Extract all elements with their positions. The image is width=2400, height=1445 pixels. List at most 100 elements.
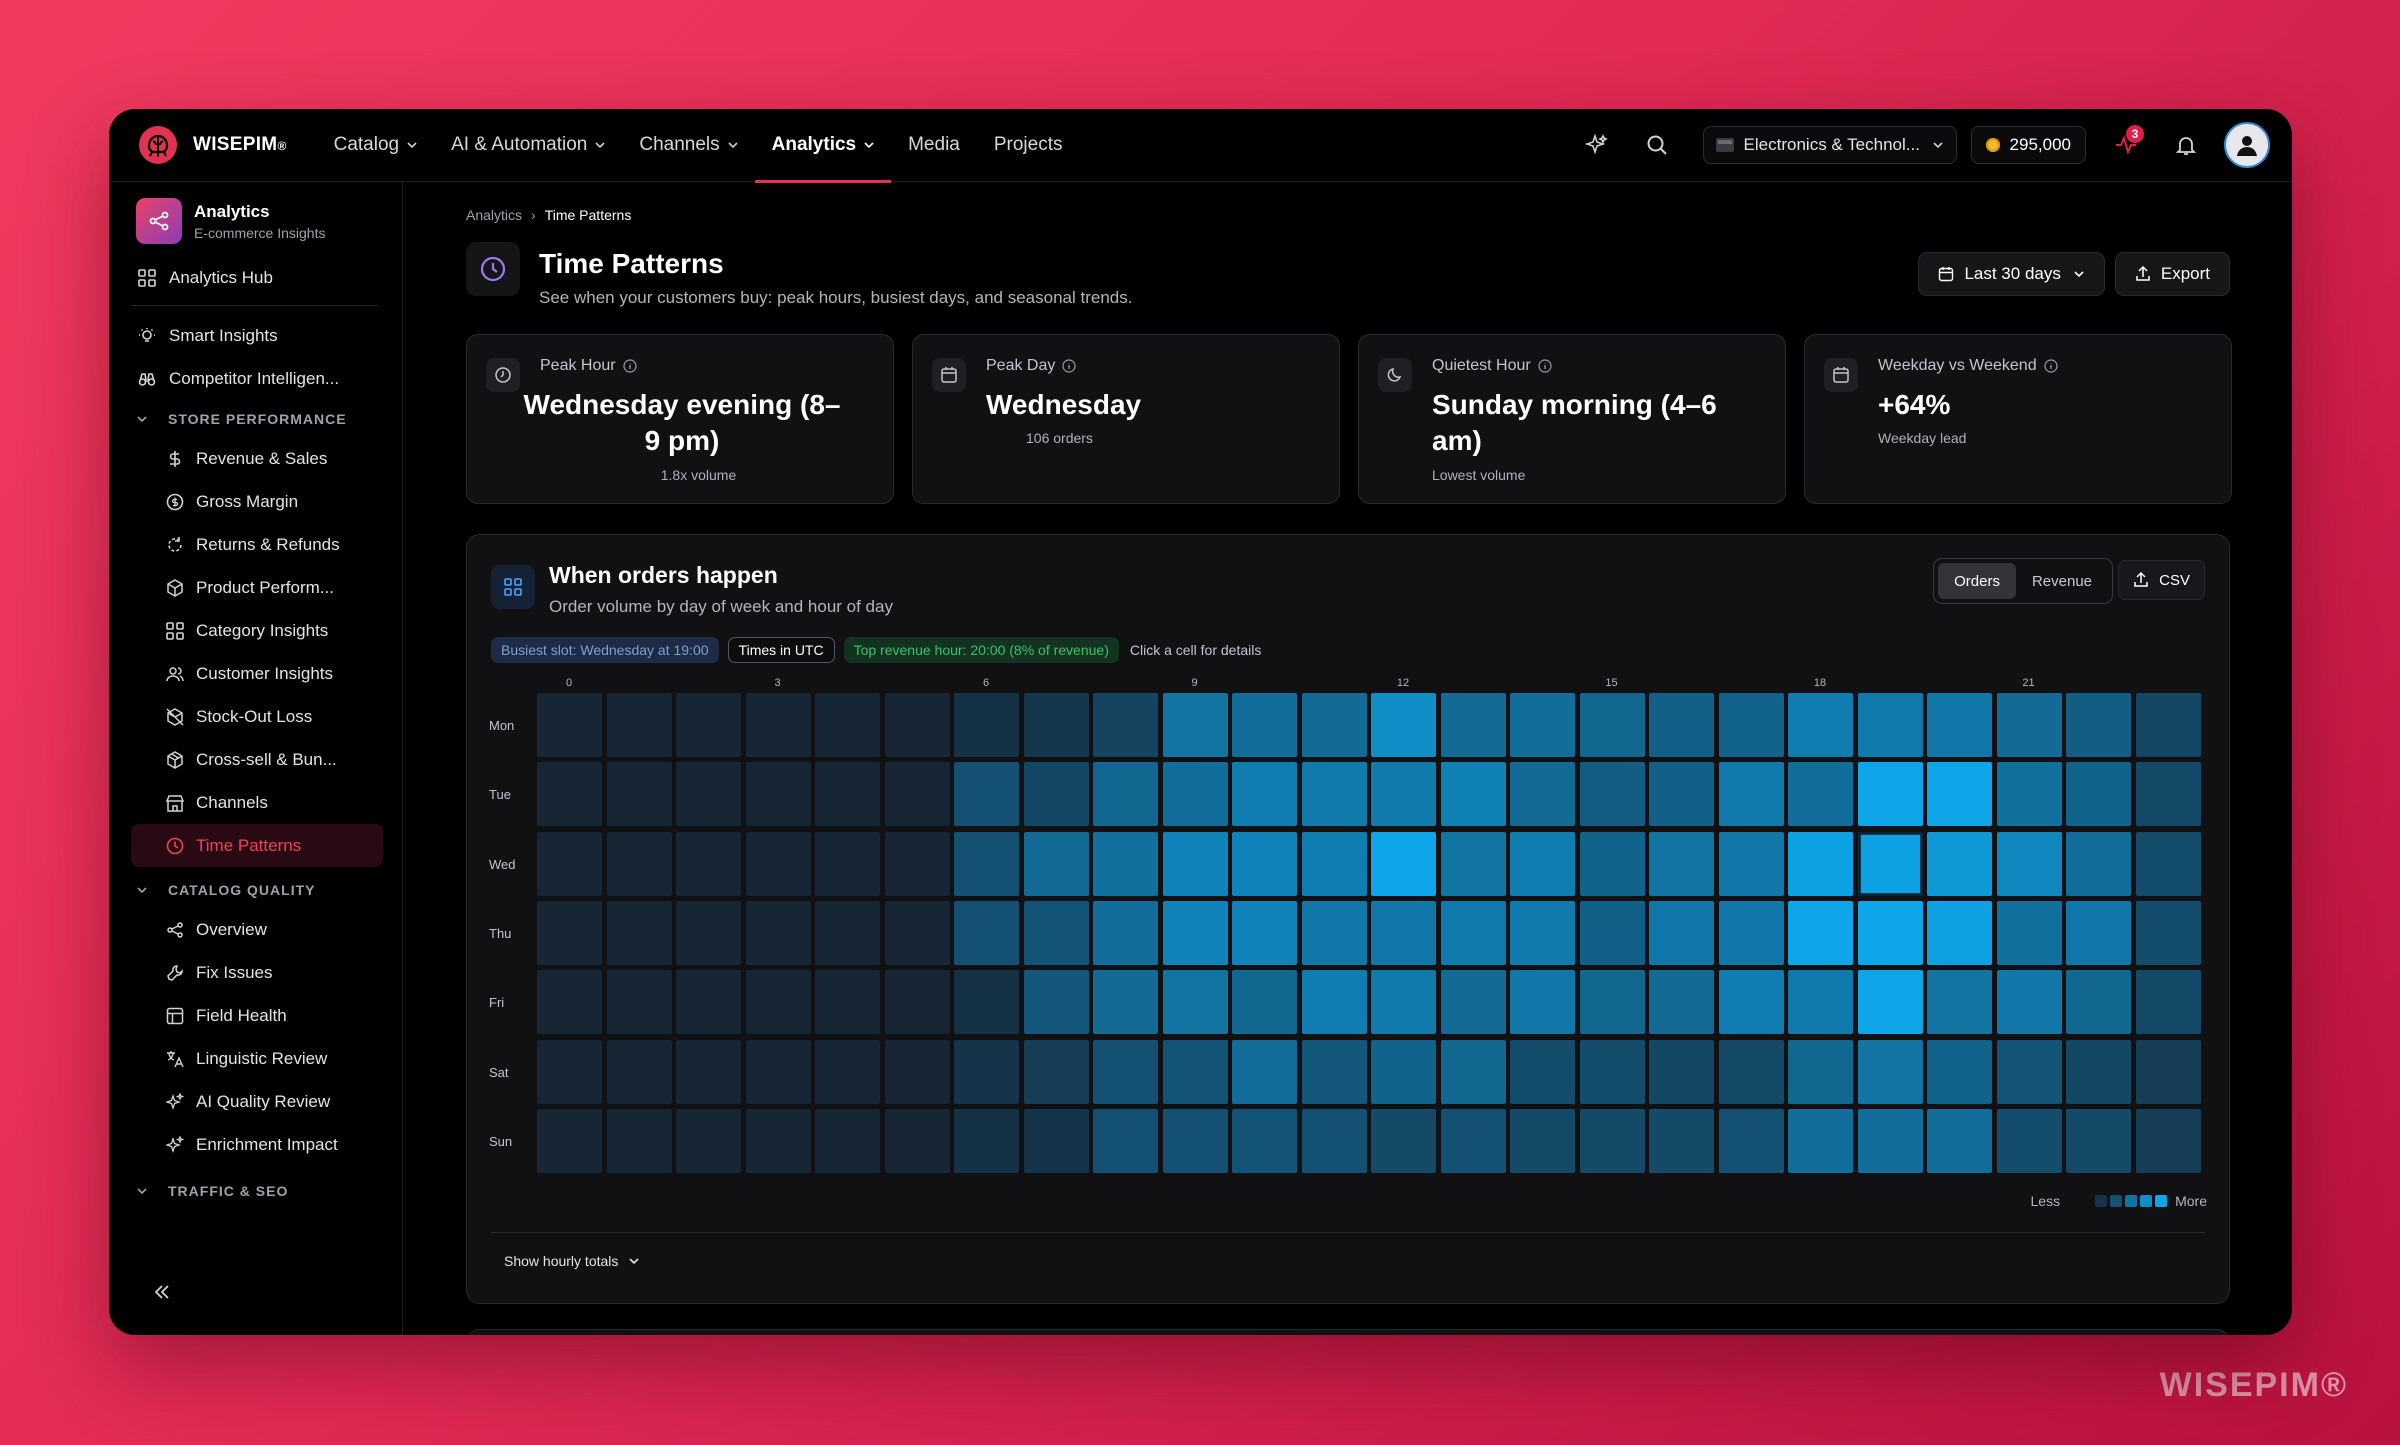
- heatmap-cell[interactable]: [1093, 1039, 1158, 1104]
- heatmap-cell[interactable]: [1718, 762, 1784, 827]
- brand[interactable]: WISEPIM®: [137, 124, 287, 166]
- heatmap-cell[interactable]: [745, 900, 811, 965]
- heatmap-cell[interactable]: [1927, 1108, 1992, 1173]
- heatmap-cell[interactable]: [745, 831, 811, 896]
- heatmap-cell[interactable]: [1371, 1039, 1436, 1104]
- section-traffic-seo[interactable]: TRAFFIC & SEO: [109, 1172, 402, 1209]
- heatmap-cell[interactable]: [1927, 693, 1992, 757]
- heatmap-cell[interactable]: [537, 1108, 602, 1173]
- sidebar-item-overview[interactable]: Overview: [109, 908, 383, 951]
- heatmap-cell[interactable]: [1788, 1039, 1853, 1104]
- heatmap-cell[interactable]: [884, 1039, 950, 1104]
- heatmap-cell[interactable]: [1579, 970, 1645, 1035]
- heatmap-cell[interactable]: [1162, 693, 1228, 757]
- sidebar-item-analytics-hub[interactable]: Analytics Hub: [109, 256, 402, 299]
- heatmap-cell[interactable]: [1162, 831, 1228, 896]
- heatmap-cell[interactable]: [1440, 831, 1506, 896]
- heatmap-cell[interactable]: [1371, 762, 1436, 827]
- heatmap-cell[interactable]: [1440, 762, 1506, 827]
- sidebar-item-smart-insights[interactable]: Smart Insights: [109, 314, 402, 357]
- heatmap-cell[interactable]: [537, 762, 602, 827]
- heatmap-cell[interactable]: [1718, 693, 1784, 757]
- heatmap-cell[interactable]: [2135, 762, 2201, 827]
- date-range-select[interactable]: Last 30 days: [1918, 252, 2105, 296]
- heatmap-cell[interactable]: [954, 900, 1019, 965]
- heatmap-cell[interactable]: [1857, 762, 1923, 827]
- heatmap-cell[interactable]: [745, 1108, 811, 1173]
- heatmap-cell[interactable]: [1718, 831, 1784, 896]
- heatmap-cell[interactable]: [884, 970, 950, 1035]
- heatmap-cell[interactable]: [815, 831, 880, 896]
- sidebar-item-fix-issues[interactable]: Fix Issues: [109, 951, 383, 994]
- store-selector[interactable]: Electronics & Technol...: [1702, 126, 1957, 164]
- sidebar-item-ai-quality-review[interactable]: AI Quality Review: [109, 1080, 383, 1123]
- heatmap-cell[interactable]: [537, 900, 602, 965]
- heatmap-cell[interactable]: [1162, 762, 1228, 827]
- heatmap-cell[interactable]: [2135, 1039, 2201, 1104]
- heatmap-cell[interactable]: [676, 693, 741, 757]
- heatmap-cell[interactable]: [1579, 1039, 1645, 1104]
- sidebar-item-enrichment-impact[interactable]: Enrichment Impact: [109, 1123, 383, 1166]
- sidebar-item-competitor-intelligence[interactable]: Competitor Intelligen...: [109, 357, 402, 400]
- heatmap-cell[interactable]: [606, 970, 672, 1035]
- nav-analytics[interactable]: Analytics: [754, 109, 892, 183]
- heatmap-cell[interactable]: [1649, 762, 1714, 827]
- heatmap-cell[interactable]: [1579, 900, 1645, 965]
- heatmap-cell[interactable]: [1579, 762, 1645, 827]
- heatmap-cell[interactable]: [1579, 1108, 1645, 1173]
- sidebar-item-gross-margin[interactable]: Gross Margin: [109, 480, 383, 523]
- heatmap-cell[interactable]: [2066, 1039, 2131, 1104]
- heatmap-cell[interactable]: [1232, 1108, 1297, 1173]
- sidebar-item-time-patterns[interactable]: Time Patterns: [131, 824, 383, 867]
- show-hourly-totals-toggle[interactable]: Show hourly totals: [504, 1253, 640, 1269]
- collapse-sidebar-button[interactable]: [152, 1284, 172, 1305]
- heatmap-cell[interactable]: [1023, 1039, 1089, 1104]
- heatmap-cell[interactable]: [1649, 900, 1714, 965]
- toggle-revenue[interactable]: Revenue: [2016, 563, 2108, 599]
- heatmap-cell[interactable]: [2066, 693, 2131, 757]
- breadcrumb-parent[interactable]: Analytics: [466, 207, 522, 223]
- heatmap-cell[interactable]: [1510, 831, 1575, 896]
- heatmap-cell[interactable]: [1510, 900, 1575, 965]
- heatmap-cell[interactable]: [1301, 970, 1367, 1035]
- heatmap-cell[interactable]: [1093, 693, 1158, 757]
- heatmap-cell[interactable]: [1857, 1039, 1923, 1104]
- heatmap-cell[interactable]: [606, 831, 672, 896]
- heatmap-cell[interactable]: [1649, 1108, 1714, 1173]
- heatmap-cell[interactable]: [1857, 693, 1923, 757]
- heatmap-cell[interactable]: [2066, 831, 2131, 896]
- heatmap-cell[interactable]: [1440, 970, 1506, 1035]
- sidebar-item-channels[interactable]: Channels: [109, 781, 383, 824]
- heatmap-cell[interactable]: [1996, 693, 2062, 757]
- heatmap-cell[interactable]: [1510, 970, 1575, 1035]
- heatmap-cell[interactable]: [1301, 1108, 1367, 1173]
- heatmap-cell[interactable]: [1510, 1039, 1575, 1104]
- heatmap-cell[interactable]: [1788, 900, 1853, 965]
- heatmap-cell[interactable]: [537, 970, 602, 1035]
- heatmap-cell[interactable]: [815, 762, 880, 827]
- sidebar-item-linguistic-review[interactable]: Linguistic Review: [109, 1037, 383, 1080]
- heatmap-cell[interactable]: [745, 762, 811, 827]
- heatmap-cell[interactable]: [1301, 831, 1367, 896]
- nav-catalog[interactable]: Catalog: [317, 109, 435, 182]
- heatmap-cell[interactable]: [537, 831, 602, 896]
- heatmap-cell[interactable]: [2135, 693, 2201, 757]
- heatmap-cell[interactable]: [1649, 693, 1714, 757]
- heatmap-cell[interactable]: [1788, 762, 1853, 827]
- heatmap-cell[interactable]: [815, 900, 880, 965]
- heatmap-cell[interactable]: [1510, 1108, 1575, 1173]
- heatmap-cell[interactable]: [1232, 693, 1297, 757]
- heatmap-cell[interactable]: [1162, 1039, 1228, 1104]
- sidebar-item-customer-insights[interactable]: Customer Insights: [109, 652, 383, 695]
- heatmap-cell[interactable]: [884, 831, 950, 896]
- heatmap-cell[interactable]: [815, 1039, 880, 1104]
- heatmap-cell[interactable]: [1301, 900, 1367, 965]
- heatmap-cell[interactable]: [676, 970, 741, 1035]
- heatmap-cell[interactable]: [1093, 762, 1158, 827]
- heatmap-cell[interactable]: [884, 762, 950, 827]
- nav-channels[interactable]: Channels: [622, 109, 754, 182]
- credits-balance[interactable]: 295,000: [1970, 126, 2086, 164]
- heatmap-cell[interactable]: [1718, 1108, 1784, 1173]
- heatmap-cell[interactable]: [2066, 1108, 2131, 1173]
- heatmap-cell[interactable]: [954, 1108, 1019, 1173]
